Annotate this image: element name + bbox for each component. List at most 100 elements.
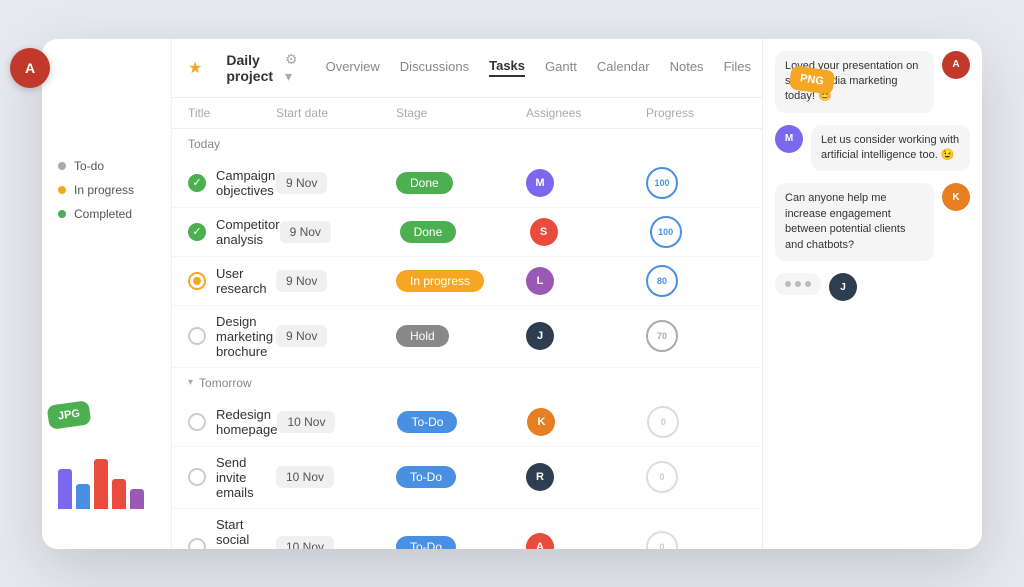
- chat-avatar: K: [942, 183, 970, 211]
- legend-todo-label: To-do: [74, 159, 104, 173]
- task-title-cell: Redesign homepage: [188, 407, 277, 437]
- date-badge: 9 Nov: [280, 221, 331, 243]
- avatar: M: [526, 169, 554, 197]
- nav-tabs: Overview Discussions Tasks Gantt Calenda…: [326, 58, 762, 77]
- task-date: 10 Nov: [277, 411, 397, 433]
- task-assignee: K: [527, 408, 647, 436]
- task-title-cell: ✓ Competitor analysis: [188, 217, 280, 247]
- bar-2: [76, 484, 90, 509]
- section-tomorrow: ▾ Tomorrow: [172, 368, 762, 398]
- stage-badge: In progress: [396, 270, 484, 292]
- task-title: Start social media campaign: [216, 517, 276, 549]
- legend-dot-inprogress: [58, 186, 66, 194]
- gear-icon[interactable]: ⚙ ▾: [285, 51, 298, 85]
- task-date: 9 Nov: [276, 325, 396, 347]
- table-row[interactable]: User research 9 Nov In progress L 80: [172, 257, 762, 306]
- task-assignee: M: [526, 169, 646, 197]
- chat-message: M Let us consider working with artificia…: [775, 125, 970, 172]
- tab-gantt[interactable]: Gantt: [545, 59, 577, 76]
- bar-chart: [58, 449, 144, 509]
- progress-circle: 0: [646, 531, 678, 549]
- task-checkbox-todo[interactable]: [188, 413, 206, 431]
- avatar: A: [526, 533, 554, 549]
- chat-bubble: Can anyone help me increase engagement b…: [775, 183, 934, 261]
- task-assignee: R: [526, 463, 646, 491]
- chevron-down-icon[interactable]: ▾: [188, 377, 193, 388]
- task-stage: Hold: [396, 325, 526, 347]
- date-badge: 10 Nov: [276, 466, 334, 488]
- task-checkbox-done[interactable]: ✓: [188, 174, 206, 192]
- chat-avatar: M: [775, 125, 803, 153]
- header-startdate: Start date: [276, 106, 396, 120]
- header-progress: Progress: [646, 106, 746, 120]
- bar-1: [58, 469, 72, 509]
- tab-overview[interactable]: Overview: [326, 59, 380, 76]
- task-date: 9 Nov: [276, 270, 396, 292]
- checkmark-icon: ✓: [192, 176, 201, 189]
- task-assignee: A: [526, 533, 646, 549]
- table-row[interactable]: Send invite emails 10 Nov To-Do R 0: [172, 447, 762, 509]
- task-date: 9 Nov: [276, 172, 396, 194]
- avatar: K: [527, 408, 555, 436]
- left-panel: To-do In progress Completed: [42, 39, 172, 549]
- task-title: User research: [216, 266, 276, 296]
- section-today-label: Today: [188, 137, 220, 151]
- tab-calendar[interactable]: Calendar: [597, 59, 650, 76]
- avatar: L: [526, 267, 554, 295]
- task-stage: In progress: [396, 270, 526, 292]
- task-title: Send invite emails: [216, 455, 276, 500]
- bar-5: [130, 489, 144, 509]
- task-title: Competitor analysis: [216, 217, 280, 247]
- stage-badge: To-Do: [396, 536, 456, 549]
- task-title-cell: User research: [188, 266, 276, 296]
- task-progress: 70: [646, 320, 746, 352]
- task-title-cell: Start social media campaign: [188, 517, 276, 549]
- legend-inprogress-label: In progress: [74, 183, 134, 197]
- progress-circle: 0: [647, 406, 679, 438]
- section-today: Today: [172, 129, 762, 159]
- task-stage: Done: [400, 221, 530, 243]
- chat-avatar-typing: J: [829, 273, 857, 301]
- task-date: 10 Nov: [276, 466, 396, 488]
- task-checkbox-inprogress[interactable]: [188, 272, 206, 290]
- legend-dot-todo: [58, 162, 66, 170]
- task-date: 10 Nov: [276, 536, 396, 549]
- header-stage: Stage: [396, 106, 526, 120]
- task-progress: 0: [647, 406, 747, 438]
- typing-indicator: [775, 273, 821, 295]
- table-row[interactable]: Design marketing brochure 9 Nov Hold J 7…: [172, 306, 762, 368]
- task-stage: Done: [396, 172, 526, 194]
- stage-badge: To-Do: [397, 411, 457, 433]
- task-checkbox-done[interactable]: ✓: [188, 223, 206, 241]
- project-title: Daily project: [226, 52, 273, 84]
- task-stage: To-Do: [396, 536, 526, 549]
- task-progress: 100: [646, 167, 746, 199]
- header-assignees: Assignees: [526, 106, 646, 120]
- main-user-avatar: A: [10, 48, 50, 88]
- task-table: Title Start date Stage Assignees Progres…: [172, 98, 762, 549]
- task-checkbox-todo[interactable]: [188, 538, 206, 549]
- table-row[interactable]: ✓ Campaign objectives 9 Nov Done M 100: [172, 159, 762, 208]
- bar-4: [112, 479, 126, 509]
- table-row[interactable]: Redesign homepage 10 Nov To-Do K 0: [172, 398, 762, 447]
- tab-files[interactable]: Files: [724, 59, 751, 76]
- task-title: Campaign objectives: [216, 168, 276, 198]
- stage-badge: Done: [396, 172, 453, 194]
- tab-discussions[interactable]: Discussions: [400, 59, 469, 76]
- progress-circle: 0: [646, 461, 678, 493]
- table-row[interactable]: Start social media campaign 10 Nov To-Do…: [172, 509, 762, 549]
- date-badge: 9 Nov: [276, 172, 327, 194]
- top-nav: ★ Daily project ⚙ ▾ Overview Discussions…: [172, 39, 762, 98]
- legend: To-do In progress Completed: [58, 159, 155, 231]
- stage-badge: Hold: [396, 325, 449, 347]
- task-checkbox-todo[interactable]: [188, 327, 206, 345]
- task-checkbox-todo[interactable]: [188, 468, 206, 486]
- header-title: Title: [188, 106, 276, 120]
- avatar: R: [526, 463, 554, 491]
- star-icon[interactable]: ★: [188, 58, 202, 78]
- tab-notes[interactable]: Notes: [670, 59, 704, 76]
- chat-bubble: Let us consider working with artificial …: [811, 125, 970, 172]
- tab-tasks[interactable]: Tasks: [489, 58, 525, 77]
- table-row[interactable]: ✓ Competitor analysis 9 Nov Done S 100: [172, 208, 762, 257]
- stage-badge: To-Do: [396, 466, 456, 488]
